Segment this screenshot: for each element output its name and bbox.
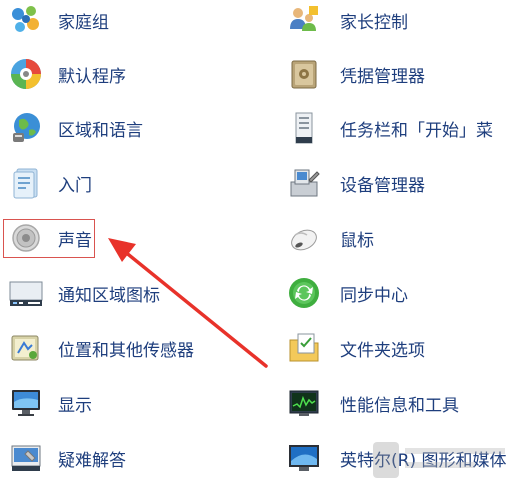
control-panel-items: 家庭组 默认程序 区域和语言 入门 声音 通知区域图标 位置和其他传感器 显示 … xyxy=(0,0,513,490)
watermark-logo xyxy=(373,442,505,478)
annotation-arrow xyxy=(108,238,268,368)
